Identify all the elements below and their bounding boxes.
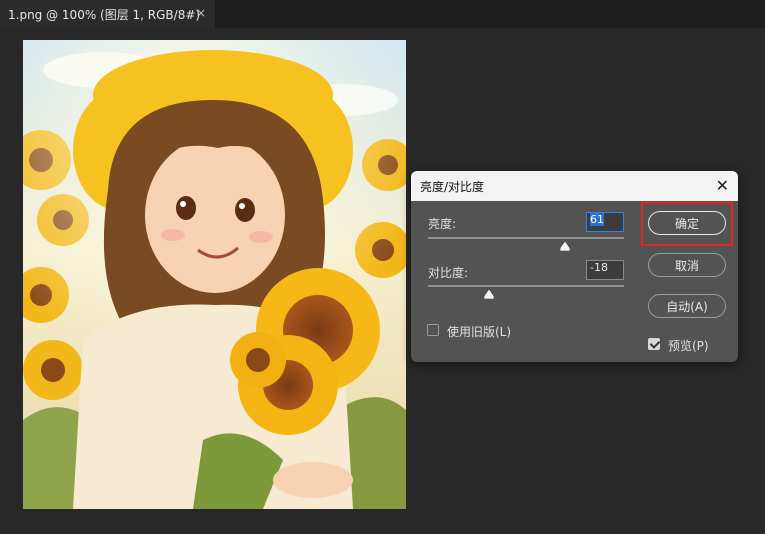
preview-checkbox[interactable] <box>648 338 660 350</box>
preview-label: 预览(P) <box>668 339 709 353</box>
contrast-label: 对比度: <box>428 266 469 280</box>
document-tab[interactable]: 1.png @ 100% (图层 1, RGB/8#) × <box>0 0 215 28</box>
canvas-image[interactable] <box>23 40 406 509</box>
brightness-slider[interactable] <box>428 237 624 239</box>
ok-button-highlight-box <box>641 202 733 246</box>
close-icon[interactable]: ✕ <box>716 176 729 195</box>
brightness-label: 亮度: <box>428 217 457 231</box>
document-tab-bar: 1.png @ 100% (图层 1, RGB/8#) × <box>0 0 765 28</box>
legacy-label: 使用旧版(L) <box>447 325 512 339</box>
contrast-input[interactable]: -18 <box>586 260 624 280</box>
cancel-button[interactable]: 取消 <box>648 253 726 277</box>
contrast-slider[interactable] <box>428 285 624 287</box>
brightness-value: 61 <box>590 213 604 226</box>
document-tab-title: 1.png @ 100% (图层 1, RGB/8#) <box>8 7 201 22</box>
contrast-slider-thumb[interactable] <box>483 289 494 299</box>
legacy-checkbox[interactable] <box>427 324 439 336</box>
brightness-slider-thumb[interactable] <box>560 241 571 251</box>
close-icon[interactable]: × <box>196 6 206 20</box>
sunflower-girl-illustration <box>23 40 406 509</box>
contrast-value: -18 <box>590 261 608 274</box>
auto-button-label: 自动(A) <box>666 299 708 314</box>
dialog-title: 亮度/对比度 <box>420 179 485 194</box>
brightness-input[interactable]: 61 <box>586 212 624 232</box>
dialog-title-bar[interactable]: 亮度/对比度 ✕ <box>411 171 738 201</box>
auto-button[interactable]: 自动(A) <box>648 294 726 318</box>
cancel-button-label: 取消 <box>674 258 699 273</box>
brightness-contrast-dialog: 亮度/对比度 ✕ 亮度: 61 对比度: -18 使用旧版(L) 确定 取消 自… <box>411 171 738 362</box>
